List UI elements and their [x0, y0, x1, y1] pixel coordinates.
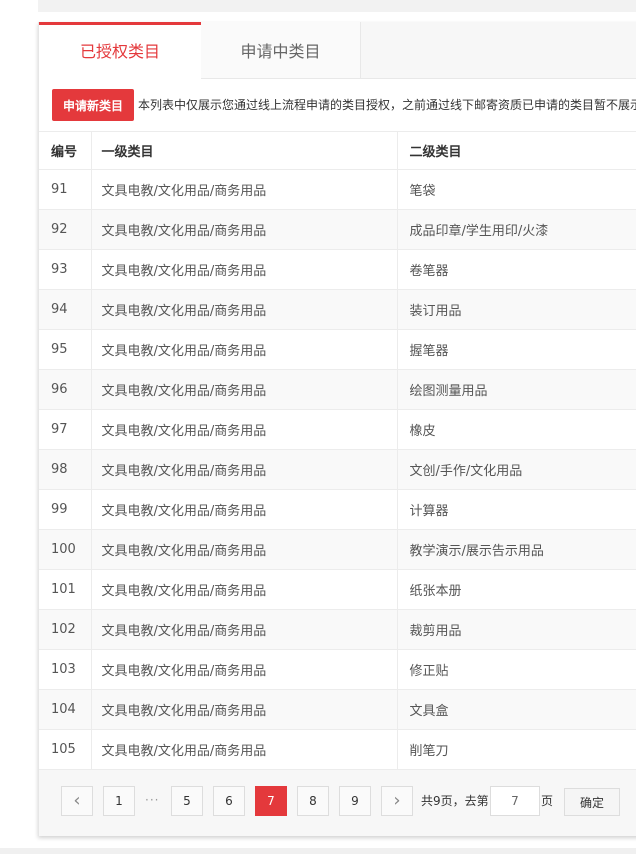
- cell-id: 96: [39, 369, 92, 410]
- cell-level2-category: 笔袋: [397, 169, 636, 210]
- chevron-left-icon: ‹: [73, 790, 81, 811]
- pagination: ‹ 1 ··· 5 6 7 8 9 › 共9页，去第 页 确定: [39, 770, 636, 836]
- table-row: 97 文具电教/文化用品/商务用品 橡皮: [39, 409, 636, 450]
- page-button-6[interactable]: 6: [213, 786, 245, 816]
- pagination-ellipsis: ···: [145, 793, 160, 807]
- table-row: 104 文具电教/文化用品/商务用品 文具盒: [39, 689, 636, 730]
- cell-level2-category: 握笔器: [397, 329, 636, 370]
- table-row: 98 文具电教/文化用品/商务用品 文创/手作/文化用品: [39, 449, 636, 490]
- cell-level1-category: 文具电教/文化用品/商务用品: [91, 169, 398, 210]
- table-row: 100 文具电教/文化用品/商务用品 教学演示/展示告示用品: [39, 529, 636, 570]
- top-strip: [38, 0, 636, 12]
- cell-id: 99: [39, 489, 92, 530]
- cell-level2-category: 文创/手作/文化用品: [397, 449, 636, 490]
- cell-id: 97: [39, 409, 92, 450]
- header-level1-category: 一级类目: [91, 132, 398, 170]
- cell-level2-category: 文具盒: [397, 689, 636, 730]
- header-level2-category: 二级类目: [397, 132, 636, 170]
- cell-level1-category: 文具电教/文化用品/商务用品: [91, 729, 398, 770]
- header-id: 编号: [39, 132, 92, 170]
- table-row: 102 文具电教/文化用品/商务用品 裁剪用品: [39, 609, 636, 650]
- chevron-right-icon: ›: [393, 790, 401, 811]
- cell-level2-category: 成品印章/学生用印/火漆: [397, 209, 636, 250]
- goto-confirm-button[interactable]: 确定: [564, 788, 620, 816]
- tab-bar: 已授权类目 申请中类目: [39, 22, 636, 79]
- cell-id: 93: [39, 249, 92, 290]
- cell-id: 103: [39, 649, 92, 690]
- cell-level1-category: 文具电教/文化用品/商务用品: [91, 249, 398, 290]
- cell-level2-category: 计算器: [397, 489, 636, 530]
- page-button-8[interactable]: 8: [297, 786, 329, 816]
- category-table: 编号 一级类目 二级类目 91 文具电教/文化用品/商务用品 笔袋 92 文具电教/文化…: [39, 132, 636, 770]
- cell-id: 100: [39, 529, 92, 570]
- cell-level2-category: 卷笔器: [397, 249, 636, 290]
- cell-level1-category: 文具电教/文化用品/商务用品: [91, 569, 398, 610]
- cell-level1-category: 文具电教/文化用品/商务用品: [91, 209, 398, 250]
- page-button-5[interactable]: 5: [171, 786, 203, 816]
- cell-id: 91: [39, 169, 92, 210]
- table-row: 94 文具电教/文化用品/商务用品 装订用品: [39, 289, 636, 330]
- next-page-button[interactable]: ›: [381, 786, 413, 816]
- notice-text: 本列表中仅展示您通过线上流程申请的类目授权，之前通过线下邮寄资质已申请的类目暂不…: [138, 98, 636, 112]
- page-button-1[interactable]: 1: [103, 786, 135, 816]
- cell-level2-category: 绘图测量用品: [397, 369, 636, 410]
- cell-level2-category: 裁剪用品: [397, 609, 636, 650]
- cell-id: 104: [39, 689, 92, 730]
- table-row: 91 文具电教/文化用品/商务用品 笔袋: [39, 169, 636, 210]
- table-row: 103 文具电教/文化用品/商务用品 修正贴: [39, 649, 636, 690]
- toolbar: 申请新类目 本列表中仅展示您通过线上流程申请的类目授权，之前通过线下邮寄资质已申…: [39, 79, 636, 132]
- cell-id: 98: [39, 449, 92, 490]
- cell-level2-category: 削笔刀: [397, 729, 636, 770]
- table-row: 92 文具电教/文化用品/商务用品 成品印章/学生用印/火漆: [39, 209, 636, 250]
- cell-level1-category: 文具电教/文化用品/商务用品: [91, 289, 398, 330]
- table-row: 101 文具电教/文化用品/商务用品 纸张本册: [39, 569, 636, 610]
- goto-page-input[interactable]: [490, 786, 540, 816]
- table-row: 96 文具电教/文化用品/商务用品 绘图测量用品: [39, 369, 636, 410]
- page-unit-label: 页: [541, 794, 554, 808]
- cell-level2-category: 修正贴: [397, 649, 636, 690]
- cell-level1-category: 文具电教/文化用品/商务用品: [91, 369, 398, 410]
- cell-id: 92: [39, 209, 92, 250]
- table-row: 105 文具电教/文化用品/商务用品 削笔刀: [39, 729, 636, 770]
- cell-level1-category: 文具电教/文化用品/商务用品: [91, 489, 398, 530]
- cell-level1-category: 文具电教/文化用品/商务用品: [91, 689, 398, 730]
- cell-level1-category: 文具电教/文化用品/商务用品: [91, 409, 398, 450]
- page-button-9[interactable]: 9: [339, 786, 371, 816]
- apply-new-category-button[interactable]: 申请新类目: [52, 89, 134, 121]
- cell-level1-category: 文具电教/文化用品/商务用品: [91, 449, 398, 490]
- cell-level1-category: 文具电教/文化用品/商务用品: [91, 329, 398, 370]
- table-row: 93 文具电教/文化用品/商务用品 卷笔器: [39, 249, 636, 290]
- cell-id: 102: [39, 609, 92, 650]
- cell-id: 105: [39, 729, 92, 770]
- bottom-strip: [0, 848, 636, 854]
- page-total-text: 共9页，去第: [421, 794, 489, 808]
- table-header-row: 编号 一级类目 二级类目: [39, 132, 636, 170]
- table-body: 91 文具电教/文化用品/商务用品 笔袋 92 文具电教/文化用品/商务用品 成品印章/学…: [39, 169, 636, 770]
- tab-authorized-categories[interactable]: 已授权类目: [39, 22, 201, 79]
- cell-level2-category: 纸张本册: [397, 569, 636, 610]
- cell-level2-category: 橡皮: [397, 409, 636, 450]
- tab-pending-categories[interactable]: 申请中类目: [201, 22, 361, 78]
- category-panel: 已授权类目 申请中类目 申请新类目 本列表中仅展示您通过线上流程申请的类目授权，…: [38, 22, 636, 836]
- table-row: 95 文具电教/文化用品/商务用品 握笔器: [39, 329, 636, 370]
- cell-level1-category: 文具电教/文化用品/商务用品: [91, 649, 398, 690]
- cell-level1-category: 文具电教/文化用品/商务用品: [91, 609, 398, 650]
- prev-page-button[interactable]: ‹: [61, 786, 93, 816]
- cell-id: 94: [39, 289, 92, 330]
- page-button-7-current[interactable]: 7: [255, 786, 287, 816]
- cell-id: 95: [39, 329, 92, 370]
- cell-id: 101: [39, 569, 92, 610]
- table-row: 99 文具电教/文化用品/商务用品 计算器: [39, 489, 636, 530]
- cell-level1-category: 文具电教/文化用品/商务用品: [91, 529, 398, 570]
- cell-level2-category: 教学演示/展示告示用品: [397, 529, 636, 570]
- cell-level2-category: 装订用品: [397, 289, 636, 330]
